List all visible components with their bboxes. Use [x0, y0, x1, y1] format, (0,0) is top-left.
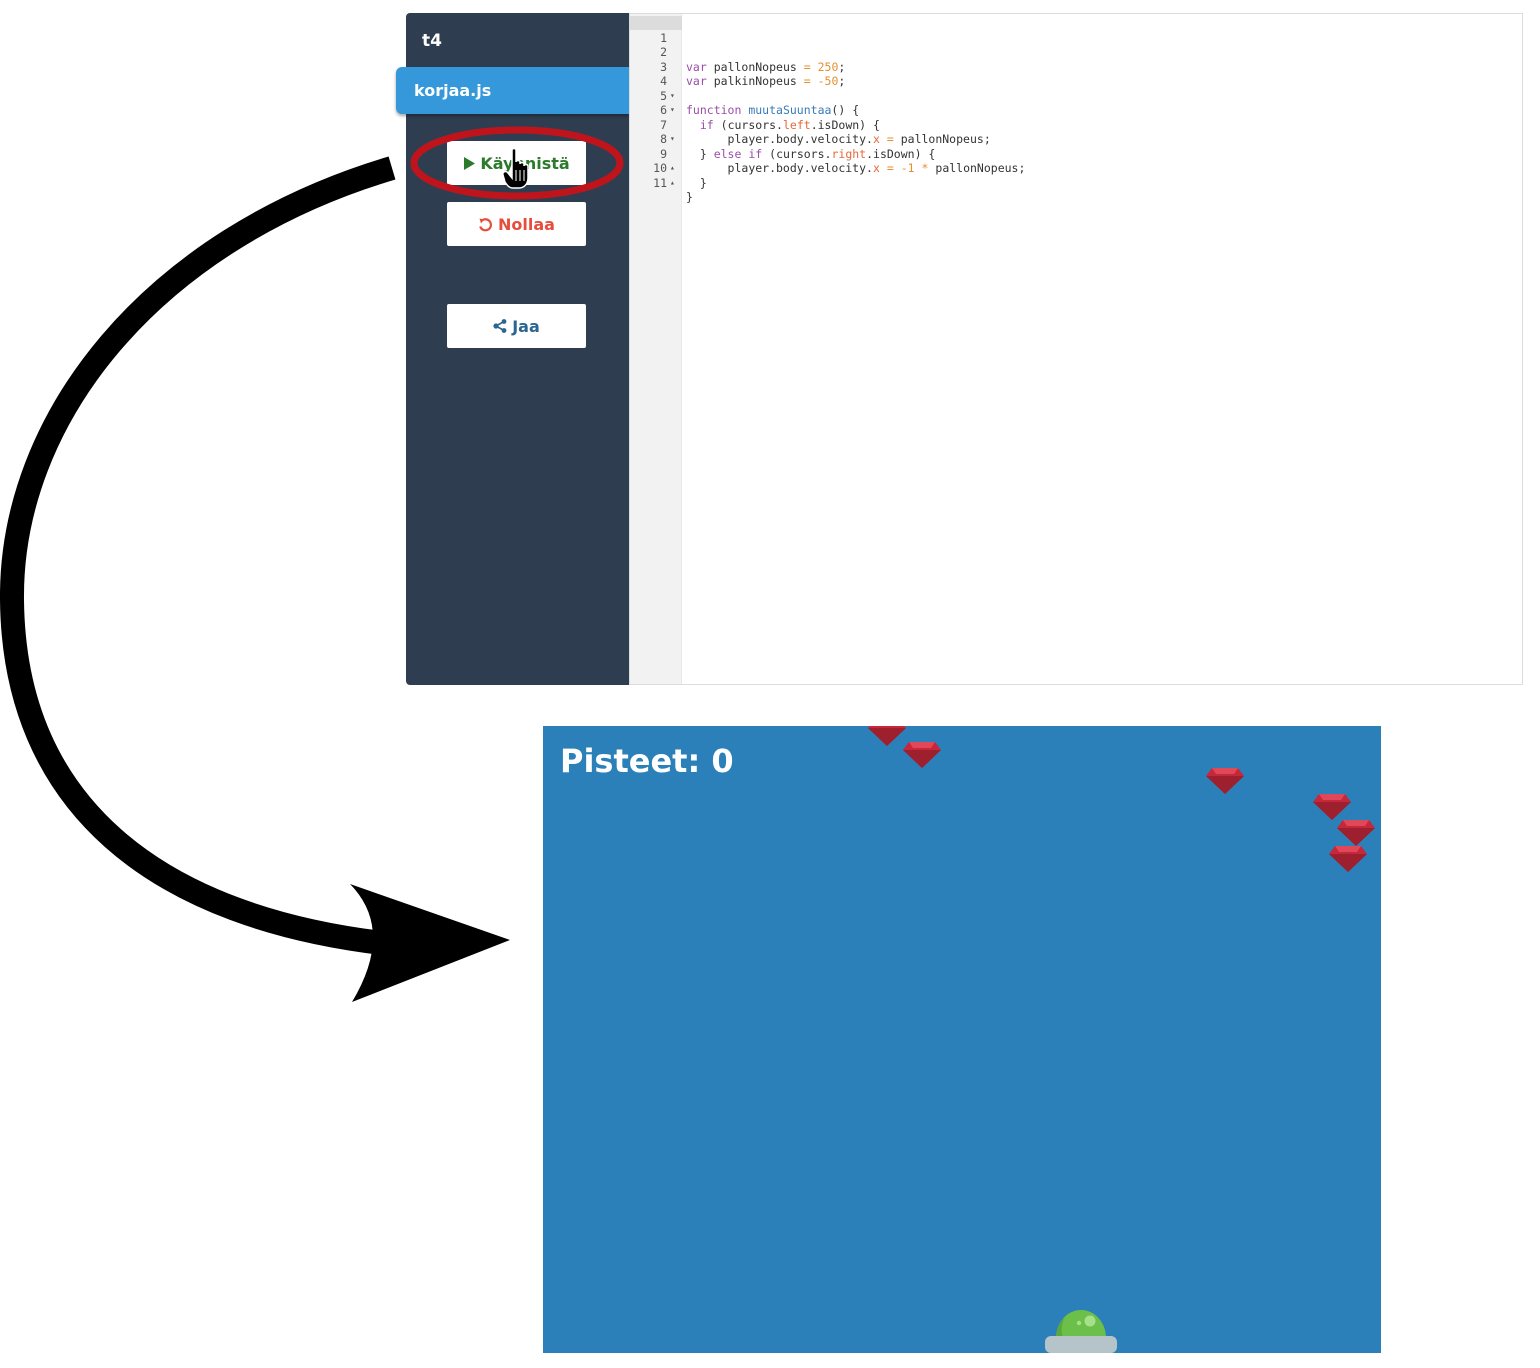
code-line: 9 ▴ } — [630, 132, 1500, 190]
game-canvas[interactable]: Pisteet: 0 — [543, 726, 1381, 1353]
score-label: Pisteet: 0 — [560, 742, 734, 780]
play-icon — [463, 156, 476, 170]
gem-icon — [1313, 794, 1351, 820]
code-line: 5 ▾ if (cursors.left.isDown) { — [630, 74, 1500, 132]
player-alien-icon — [1045, 1310, 1117, 1353]
code-line: 8 player.body.velocity.x = -1 * pallonNo… — [630, 118, 1500, 175]
share-button-label: Jaa — [512, 316, 540, 336]
sidebar: t4 korjaa.js Käynnistä Nollaa Jaa — [396, 13, 629, 685]
reset-button-label: Nollaa — [498, 214, 555, 234]
line-number: 11 — [653, 175, 667, 190]
code-line: 11 — [630, 161, 1500, 190]
start-button[interactable]: Käynnistä — [447, 141, 586, 185]
project-title: t4 — [422, 31, 442, 51]
file-tab-korjaa-js[interactable]: korjaa.js — [396, 67, 629, 114]
code-editor[interactable]: 1 var pallonNopeus = 250; 2 var palkinNo… — [629, 13, 1523, 685]
gem-icon — [903, 742, 941, 768]
gem-icon — [868, 726, 906, 746]
gem-icon — [1329, 846, 1367, 872]
code-line: 1 var pallonNopeus = 250; — [630, 16, 1500, 74]
start-button-label: Käynnistä — [480, 153, 570, 173]
code-line: 3 — [630, 45, 1500, 74]
code-line: 6 player.body.velocity.x = pallonNopeus; — [630, 89, 1500, 146]
gem-icon — [1337, 820, 1375, 846]
code-line: 7 ▾ } else if (cursors.right.isDown) { — [630, 103, 1500, 161]
screenshot-root: t4 korjaa.js Käynnistä Nollaa Jaa 1 var … — [0, 0, 1540, 1368]
file-tab-label: korjaa.js — [414, 81, 492, 100]
reset-button[interactable]: Nollaa — [447, 202, 586, 246]
share-icon — [493, 319, 507, 333]
code-line: 2 var palkinNopeus = -50; — [630, 31, 1500, 88]
share-button[interactable]: Jaa — [447, 304, 586, 348]
undo-icon — [478, 217, 493, 232]
code-line: 10 ▴ } — [630, 147, 1500, 204]
code-ide: t4 korjaa.js Käynnistä Nollaa Jaa 1 var … — [396, 13, 1523, 685]
gem-icon — [1206, 768, 1244, 794]
code-line: 4 ▾ function muutaSuuntaa() { — [630, 60, 1500, 117]
